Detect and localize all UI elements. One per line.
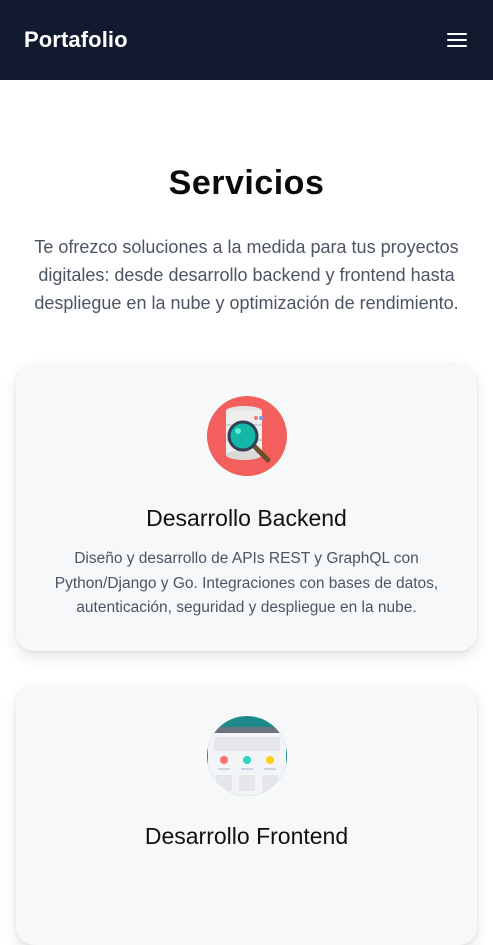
menu-line [447, 39, 467, 41]
service-title: Desarrollo Frontend [144, 823, 349, 849]
top-navbar: Portafolio [0, 0, 493, 80]
section-title: Servicios [168, 164, 325, 202]
database-search-icon [207, 396, 287, 476]
brand-logo-text[interactable]: Portafolio [24, 27, 128, 53]
service-card-frontend: Desarrollo Frontend [16, 685, 477, 945]
service-description: Diseño y desarrollo de APIs REST y Graph… [54, 550, 439, 616]
hamburger-menu-icon[interactable] [447, 31, 467, 49]
section-intro: Te ofrezco soluciones a la medida para t… [34, 237, 459, 313]
web-browser-icon [207, 716, 287, 796]
menu-line [447, 45, 467, 47]
service-card-backend: Desarrollo Backend Diseño y desarrollo d… [16, 364, 477, 651]
service-title: Desarrollo Backend [146, 505, 347, 531]
menu-line [447, 33, 467, 35]
